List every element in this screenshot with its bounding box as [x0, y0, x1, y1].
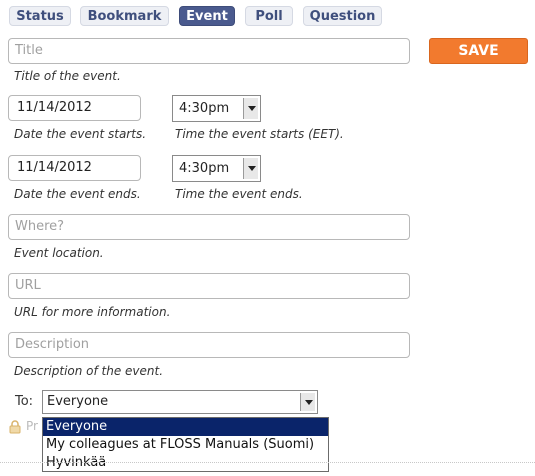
description-input[interactable]: Description: [8, 332, 410, 358]
title-input[interactable]: Title: [8, 38, 410, 64]
audience-dropdown-list[interactable]: Everyone My colleagues at FLOSS Manuals …: [42, 417, 329, 472]
start-time-select[interactable]: 4:30pm: [172, 95, 261, 122]
location-input[interactable]: Where?: [8, 214, 410, 240]
divider: [0, 462, 535, 463]
location-help: Event location.: [14, 246, 104, 260]
start-time-value: 4:30pm: [179, 101, 230, 116]
start-date-help: Date the event starts.: [14, 127, 147, 141]
chevron-down-icon[interactable]: [243, 158, 258, 179]
chevron-down-icon[interactable]: [243, 98, 258, 119]
audience-option[interactable]: Hyvinkää: [43, 454, 328, 472]
audience-option[interactable]: My colleagues at FLOSS Manuals (Suomi): [43, 436, 328, 454]
end-time-value: 4:30pm: [179, 161, 230, 176]
audience-option[interactable]: Everyone: [43, 418, 328, 436]
lock-icon: [9, 420, 21, 434]
end-date-help: Date the event ends.: [14, 187, 141, 201]
to-label: To:: [15, 394, 34, 409]
start-date-input[interactable]: 11/14/2012: [8, 95, 141, 121]
url-help: URL for more information.: [14, 305, 171, 319]
privacy-label: Pr: [26, 419, 38, 433]
end-time-help: Time the event ends.: [175, 187, 303, 201]
save-button[interactable]: SAVE: [429, 38, 528, 64]
tab-event[interactable]: Event: [179, 6, 235, 26]
audience-selected-value: Everyone: [47, 394, 109, 409]
end-time-select[interactable]: 4:30pm: [172, 155, 261, 182]
tab-bookmark[interactable]: Bookmark: [80, 6, 169, 26]
start-time-help: Time the event starts (EET).: [175, 127, 344, 141]
title-help: Title of the event.: [14, 69, 121, 83]
tab-status[interactable]: Status: [9, 6, 71, 26]
tab-question[interactable]: Question: [303, 6, 382, 26]
tab-poll[interactable]: Poll: [245, 6, 293, 26]
audience-select[interactable]: Everyone: [42, 390, 318, 414]
chevron-down-icon[interactable]: [300, 393, 315, 411]
url-input[interactable]: URL: [8, 273, 410, 299]
end-date-input[interactable]: 11/14/2012: [8, 155, 141, 181]
description-help: Description of the event.: [14, 364, 164, 378]
